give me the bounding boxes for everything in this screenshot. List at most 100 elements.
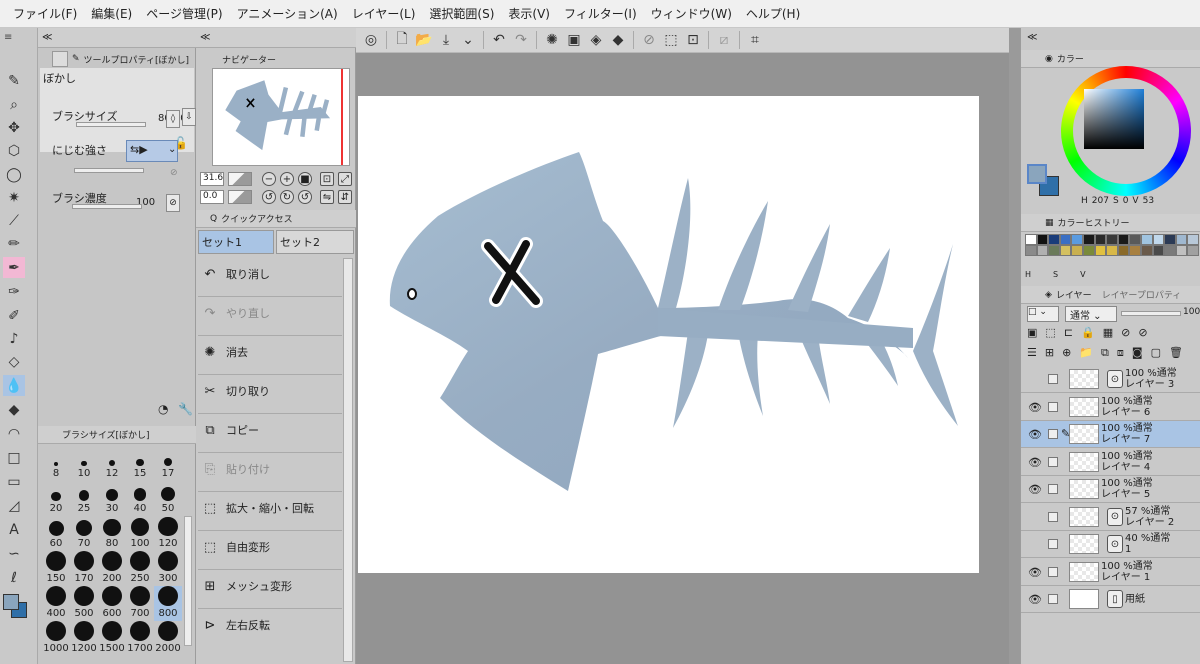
draft-icon[interactable]: ⬚ [1045, 326, 1055, 339]
layer-check[interactable] [1048, 566, 1058, 577]
canvas-area[interactable] [356, 53, 1009, 664]
mask-add-icon[interactable]: ◙ [1132, 346, 1143, 360]
quick-access-item[interactable]: ✂ 切り取り [198, 383, 342, 399]
color-history-swatch[interactable] [1071, 234, 1083, 245]
fill-icon[interactable]: ◈ [585, 30, 607, 50]
rotation-input[interactable]: 0.0 [200, 190, 224, 204]
opacity-value[interactable]: 100 [1183, 307, 1200, 317]
ruler-tool-icon[interactable]: ◿ [3, 495, 25, 516]
color-history-swatch[interactable] [1164, 245, 1176, 256]
open-folder-icon[interactable]: 📂 [413, 30, 435, 50]
brush-size-option[interactable]: 10 [70, 446, 98, 481]
zoom-in-icon[interactable]: + [280, 172, 294, 186]
brush-size-option[interactable]: 1000 [42, 621, 70, 656]
collapse-right-icon[interactable]: ≪ [1027, 32, 1037, 43]
color-history-swatch[interactable] [1071, 245, 1083, 256]
color-history-swatch[interactable] [1129, 245, 1141, 256]
layer-list-icon[interactable]: ☰ [1027, 346, 1037, 360]
color-history-swatch[interactable] [1140, 234, 1153, 245]
brush-size-option[interactable]: 1500 [98, 621, 126, 656]
brush-size-option[interactable]: 20 [42, 481, 70, 516]
pressure-icon[interactable]: ⊘ [166, 194, 180, 212]
new-file-icon[interactable]: 🗋 [391, 30, 413, 50]
zoom-input[interactable]: 31.6 [200, 172, 224, 186]
quick-access-item[interactable]: ⎘ 貼り付け [198, 461, 342, 477]
blur-strength-slider[interactable] [74, 168, 144, 173]
brush-size-option[interactable]: 1200 [70, 621, 98, 656]
zoom-out-icon[interactable]: − [262, 172, 276, 186]
color-history-swatch[interactable] [1106, 245, 1118, 256]
fit-window-icon[interactable]: ⤢ [338, 172, 352, 186]
lasso-tool-icon[interactable]: ◯ [3, 164, 25, 185]
set-1-tab[interactable]: セット1 [198, 230, 274, 254]
main-sub-color-swatch[interactable] [1027, 164, 1059, 196]
rotate-right-icon[interactable]: ↻ [280, 190, 294, 204]
color-history-swatch[interactable] [1059, 234, 1072, 245]
layer-row[interactable]: 👁 ▯ 用紙 [1021, 586, 1200, 613]
brush-size-option[interactable]: 60 [42, 516, 70, 551]
color-history-swatch[interactable] [1048, 234, 1060, 245]
brush-size-option[interactable]: 15 [126, 446, 154, 481]
brush-size-option[interactable]: 1700 [126, 621, 154, 656]
reference-icon[interactable]: ▣ [1027, 326, 1037, 339]
lock-transparent-icon[interactable]: ▦ [1103, 326, 1113, 339]
brush-size-option[interactable]: 600 [98, 586, 126, 621]
brush-size-option[interactable]: 120 [154, 516, 182, 551]
redo-icon[interactable]: ↷ [510, 30, 532, 50]
brush-size-option[interactable]: 2000 [154, 621, 182, 656]
pen-icon[interactable]: ✑ [3, 281, 25, 302]
bucket-icon[interactable]: ◆ [607, 30, 629, 50]
drawing-canvas[interactable] [358, 96, 979, 573]
zoom-tool-icon[interactable]: ⌕ [3, 94, 25, 115]
reset-rotation-icon[interactable]: ↺ [298, 190, 312, 204]
menu-layer[interactable]: レイヤー(L) [345, 5, 423, 22]
menu-selection[interactable]: 選択範囲(S) [422, 5, 501, 22]
quick-access-scrollbar[interactable] [343, 258, 353, 662]
clear-outside-icon[interactable]: ▣ [563, 30, 585, 50]
brush-size-option[interactable]: 170 [70, 551, 98, 586]
clip-studio-icon[interactable]: ◎ [360, 30, 382, 50]
operation-tool-icon[interactable]: ⬡ [3, 140, 25, 161]
brush-size-option[interactable]: 70 [70, 516, 98, 551]
brush-size-option[interactable]: 12 [98, 446, 126, 481]
brush-size-option[interactable]: 300 [154, 551, 182, 586]
flip-h-icon[interactable]: ⇋ [320, 190, 334, 204]
new-vector-icon[interactable]: ⊕ [1062, 346, 1071, 360]
merge-down-icon[interactable]: ⧈ [1117, 346, 1124, 360]
brush-density-slider[interactable] [72, 204, 142, 209]
layer-row[interactable]: 👁 100 %通常 レイヤー 6 [1021, 393, 1200, 421]
color-history-swatch[interactable] [1187, 234, 1199, 245]
frame-tool-icon[interactable]: ▭ [3, 471, 25, 492]
crop-icon[interactable]: ⬚ [660, 30, 682, 50]
rotate-left-icon[interactable]: ↺ [262, 190, 276, 204]
lock-icon[interactable]: 🔒 [1081, 326, 1095, 339]
brush-size-option[interactable]: 40 [126, 481, 154, 516]
menu-file[interactable]: ファイル(F) [6, 5, 84, 22]
color-history-swatch[interactable] [1140, 245, 1153, 256]
quick-access-item[interactable]: ⬚ 自由変形 [198, 539, 342, 555]
chevron-down-icon[interactable]: ⌄ [168, 144, 176, 155]
combine-icon[interactable]: ⧉ [1101, 346, 1109, 360]
figure-tool-icon[interactable]: □ [3, 447, 25, 468]
brush-size-scrollbar[interactable] [184, 516, 192, 646]
new-folder-icon[interactable]: 📁 [1079, 346, 1093, 360]
collapse-icon[interactable]: ≡ [4, 32, 12, 43]
correction-tool-icon[interactable]: ℓ [3, 567, 25, 588]
balloon-tool-icon[interactable]: ∽ [3, 543, 25, 564]
color-history-swatch[interactable] [1094, 234, 1107, 245]
quick-access-item[interactable]: ⊞ メッシュ変形 [198, 578, 342, 594]
eye-icon[interactable]: 👁 [1028, 428, 1042, 441]
spin-icon[interactable]: ◊ [166, 110, 180, 128]
pressure-settings-icon[interactable]: ⇩ [182, 108, 196, 126]
layer-row[interactable]: 👁 ✎ 100 %通常 レイヤー 7 [1021, 421, 1200, 448]
quick-access-item[interactable]: ⊳ 左右反転 [198, 617, 342, 633]
layer-check[interactable] [1048, 456, 1058, 467]
menu-view[interactable]: 表示(V) [501, 5, 557, 22]
quick-access-item[interactable]: ↷ やり直し [198, 305, 342, 321]
move-tool-icon[interactable]: ✥ [3, 117, 25, 138]
brush-size-option[interactable]: 50 [154, 481, 182, 516]
color-history-swatch[interactable] [1175, 245, 1188, 256]
color-history-swatch[interactable] [1129, 234, 1141, 245]
layer-check[interactable] [1048, 401, 1058, 412]
brush-size-option[interactable]: 80 [98, 516, 126, 551]
